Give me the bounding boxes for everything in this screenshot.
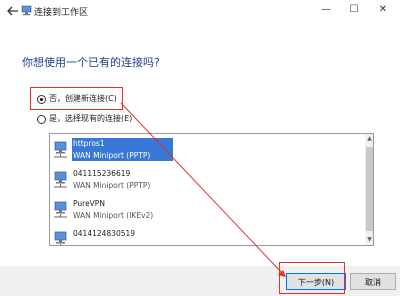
network-connection-icon	[54, 231, 67, 245]
connection-type: WAN Miniport (PPTP)	[73, 181, 151, 190]
window-title: 连接到工作区	[34, 8, 89, 18]
minimize-button[interactable]: —	[318, 2, 334, 18]
network-connection-icon	[54, 201, 67, 218]
radio-use-existing[interactable]	[37, 115, 46, 124]
radio-create-new[interactable]	[37, 95, 46, 104]
page-heading: 你想使用一个已有的连接吗?	[22, 56, 160, 69]
network-connection-icon	[54, 141, 67, 158]
scrollbar-thumb[interactable]	[366, 147, 373, 231]
connection-name: httpros1	[73, 139, 105, 148]
option-use-existing-label[interactable]: 是，选择现有的连接(E)	[49, 113, 132, 127]
next-button[interactable]: 下一步(N)	[286, 273, 346, 290]
list-item[interactable]: PureVPN WAN Miniport (IKEv2)	[50, 196, 365, 224]
list-item[interactable]: 0414124830519	[50, 226, 365, 245]
back-arrow-icon[interactable]	[6, 4, 20, 18]
close-button[interactable]: ✕	[375, 2, 391, 18]
network-connection-icon	[54, 171, 67, 188]
connection-name: 0414124830519	[73, 229, 136, 238]
title-bar: 连接到工作区 — ☐ ✕	[0, 0, 400, 22]
maximize-button[interactable]: ☐	[346, 2, 362, 18]
list-item[interactable]: httpros1 WAN Miniport (PPTP)	[50, 136, 365, 164]
connection-type: WAN Miniport (IKEv2)	[73, 211, 154, 220]
connection-name: 041115236619	[73, 169, 131, 178]
scroll-up-icon[interactable]: ▲	[365, 135, 373, 143]
list-scrollbar[interactable]: ▲ ▼	[365, 134, 373, 245]
option-create-new-label[interactable]: 否，创建新连接(C)	[49, 93, 117, 107]
cancel-button[interactable]: 取消	[350, 273, 396, 290]
connection-name: PureVPN	[73, 199, 105, 208]
scroll-down-icon[interactable]: ▼	[365, 236, 373, 244]
connection-list[interactable]: httpros1 WAN Miniport (PPTP) 04111523661…	[49, 133, 374, 246]
network-icon	[21, 5, 32, 16]
list-item[interactable]: 041115236619 WAN Miniport (PPTP)	[50, 166, 365, 194]
connection-type: WAN Miniport (PPTP)	[73, 151, 151, 160]
